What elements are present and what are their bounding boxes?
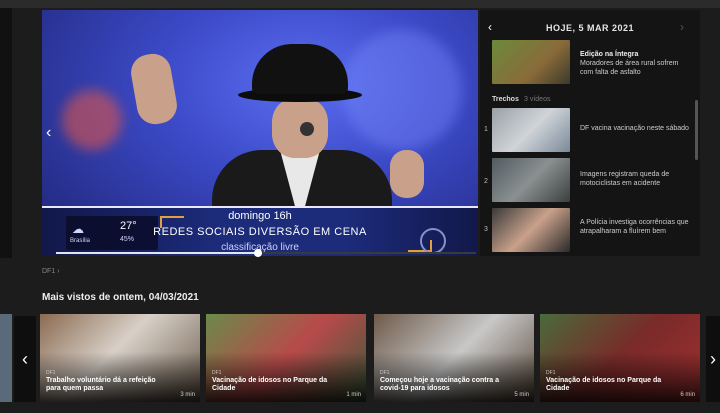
breadcrumb-program[interactable]: DF1	[42, 268, 55, 275]
progress-handle[interactable]	[253, 249, 262, 257]
carousel-title: Mais vistos de ontem, 04/03/2021	[42, 292, 199, 303]
featured-thumbnail[interactable]	[492, 40, 570, 84]
chevron-right-icon[interactable]: ›	[680, 20, 684, 34]
card-duration: 5 min	[514, 392, 529, 398]
progress-fill	[56, 252, 258, 254]
video-carousel: DF1 Trabalho voluntário dá a refeição pa…	[0, 314, 720, 404]
video-card[interactable]: DF1 Vacinação de idosos no Parque da Cid…	[540, 314, 700, 402]
breadcrumb[interactable]: DF1 ›	[42, 268, 60, 275]
card-duration: 1 min	[346, 392, 361, 398]
item-title[interactable]: Imagens registram queda de motociclistas…	[580, 170, 690, 188]
section-count: 3 vídeos	[524, 96, 551, 103]
top-strip	[0, 0, 720, 8]
card-program: DF1	[546, 370, 556, 376]
card-duration: 6 min	[680, 392, 695, 398]
page: ☁ Brasília 27° 45% domingo 16h REDES SOC…	[0, 0, 720, 413]
performer-hand	[390, 150, 424, 198]
stage-light	[342, 30, 462, 150]
performer-hat	[252, 44, 348, 94]
schedule-time: domingo 16h	[228, 210, 292, 222]
stage-light	[62, 90, 122, 150]
video-player[interactable]: ☁ Brasília 27° 45% domingo 16h REDES SOC…	[42, 10, 478, 256]
progress-bar[interactable]	[56, 252, 476, 254]
chevron-right-icon[interactable]: ›	[706, 316, 720, 402]
microphone	[300, 122, 314, 136]
program-title: REDES SOCIAIS DIVERSÃO EM CENA	[153, 226, 367, 238]
card-program: DF1	[212, 370, 222, 376]
playlist-date: HOJE, 5 MAR 2021	[545, 23, 635, 33]
featured-title: Edição na Íntegra	[580, 51, 639, 58]
section-label: Trechos	[492, 96, 519, 103]
item-title[interactable]: DF vacina vacinação neste sábado	[580, 124, 690, 133]
chevron-left-icon[interactable]: ‹	[46, 124, 51, 142]
channel-logo-icon	[420, 228, 446, 254]
performer-arm	[128, 51, 180, 127]
item-number: 1	[484, 126, 488, 133]
chevron-right-icon: ›	[57, 268, 60, 275]
card-title: Começou hoje a vacinação contra a covid-…	[380, 377, 500, 392]
chevron-left-icon[interactable]: ‹	[14, 316, 36, 402]
featured-item[interactable]: Edição na Íntegra Moradores de área rura…	[580, 50, 690, 77]
card-program: DF1	[46, 370, 56, 376]
card-title: Vacinação de idosos no Parque da Cidade	[546, 377, 662, 392]
left-rail	[0, 8, 12, 258]
video-card[interactable]: DF1 Começou hoje a vacinação contra a co…	[374, 314, 534, 402]
item-number: 2	[484, 178, 488, 185]
playlist-sidebar: ‹ HOJE, 5 MAR 2021 › Edição na Íntegra M…	[480, 10, 700, 256]
item-thumbnail[interactable]	[492, 108, 570, 152]
card-title: Trabalho voluntário dá a refeição para q…	[46, 377, 156, 392]
video-card[interactable]: DF1 Vacinação de idosos no Parque da Cid…	[206, 314, 366, 402]
video-card[interactable]: DF1 Trabalho voluntário dá a refeição pa…	[40, 314, 200, 402]
item-title[interactable]: A Polícia investiga ocorrências que atra…	[580, 218, 690, 236]
card-program: DF1	[380, 370, 390, 376]
item-number: 3	[484, 226, 488, 233]
featured-subtitle: Moradores de área rural sofrem com falta…	[580, 60, 679, 76]
card-title: Vacinação de idosos no Parque da Cidade	[212, 377, 328, 392]
item-thumbnail[interactable]	[492, 158, 570, 202]
item-thumbnail[interactable]	[492, 208, 570, 252]
card-duration: 3 min	[180, 392, 195, 398]
scrollbar[interactable]	[695, 100, 698, 160]
